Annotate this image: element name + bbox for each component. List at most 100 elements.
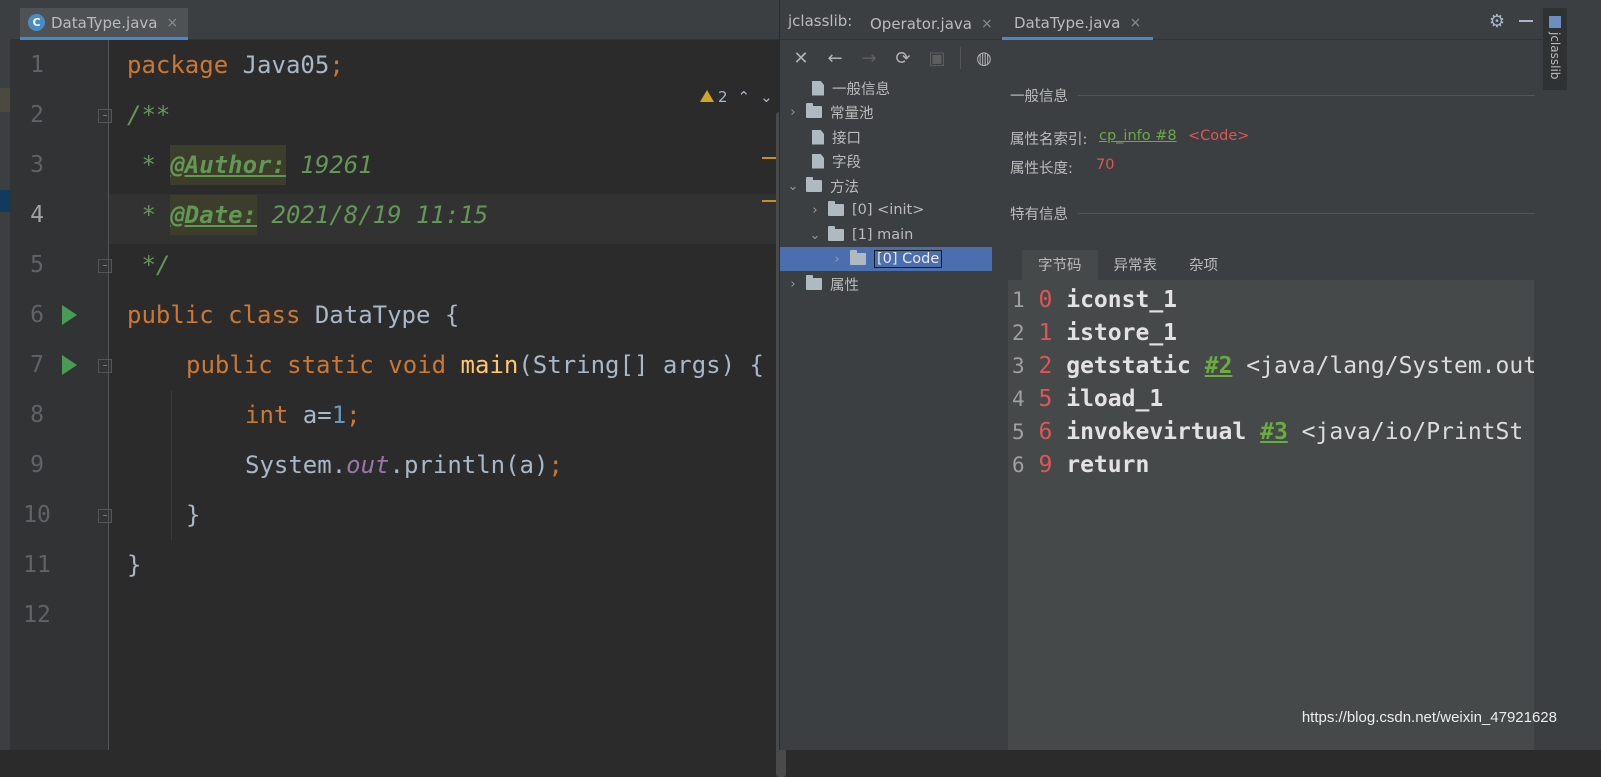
code-area[interactable]: package Java05; /** * @Author: 19261 * @… bbox=[108, 40, 784, 750]
file-icon bbox=[812, 129, 824, 145]
folder-icon bbox=[806, 103, 822, 118]
chevron-up-icon[interactable]: ⌃ bbox=[738, 88, 751, 106]
tree-item-fields[interactable]: 字段 bbox=[790, 149, 861, 173]
chevron-right-icon[interactable]: › bbox=[786, 105, 800, 120]
line-number: 8 bbox=[30, 402, 44, 428]
code-line: public static void main(String[] args) { bbox=[186, 351, 764, 379]
bytecode-line: 3 2 getstatic #2 <java/lang/System.out bbox=[1012, 353, 1534, 379]
warning-count[interactable]: 2 bbox=[700, 88, 728, 106]
tree-item-interfaces[interactable]: 接口 bbox=[790, 125, 861, 149]
back-arrow-icon[interactable]: ← bbox=[824, 47, 846, 69]
gear-icon[interactable]: ⚙ bbox=[1489, 11, 1505, 32]
line-number: 4 bbox=[30, 202, 44, 228]
code-line: } bbox=[127, 551, 142, 579]
code-line: package Java05; bbox=[127, 51, 344, 79]
code-editor[interactable]: 1 2 3 4 5 6 7 8 9 10 11 12 package Java0… bbox=[10, 40, 796, 777]
tab-datatype-java[interactable]: DataType.java × bbox=[1002, 8, 1154, 40]
chevron-down-icon[interactable]: ⌄ bbox=[808, 228, 822, 243]
length-label: 属性长度: bbox=[1010, 161, 1073, 177]
folder-icon bbox=[806, 177, 822, 192]
chevron-right-icon[interactable]: › bbox=[786, 277, 800, 292]
close-icon[interactable]: × bbox=[1129, 15, 1141, 31]
refresh-icon[interactable]: ⟳ bbox=[892, 47, 914, 69]
name-index-label: 属性名索引: bbox=[1010, 132, 1088, 148]
code-line: * @Date: 2021/8/19 11:15 bbox=[127, 190, 488, 240]
run-icon[interactable] bbox=[62, 355, 77, 375]
line-number: 12 bbox=[23, 602, 51, 628]
chevron-down-icon[interactable]: ⌄ bbox=[786, 179, 800, 194]
cp-ref-link[interactable]: #2 bbox=[1205, 353, 1233, 379]
code-line: } bbox=[186, 501, 201, 529]
specific-info-heading: 特有信息 bbox=[1010, 203, 1535, 224]
tree-item-constant-pool[interactable]: › 常量池 bbox=[786, 100, 874, 124]
folder-icon bbox=[828, 201, 844, 216]
folder-icon bbox=[850, 250, 866, 265]
folder-icon bbox=[828, 226, 844, 241]
left-strip-marker bbox=[0, 88, 10, 112]
bytecode-view[interactable]: 1 0 iconst_1 2 1 istore_1 3 2 getstatic … bbox=[1008, 280, 1534, 750]
scroll-marker[interactable] bbox=[762, 157, 776, 159]
line-number: 9 bbox=[30, 452, 44, 478]
tree-item-attributes[interactable]: › 属性 bbox=[786, 272, 859, 296]
left-strip-marker-selected bbox=[0, 190, 10, 212]
left-tool-strip bbox=[0, 0, 10, 750]
forward-arrow-icon[interactable]: → bbox=[858, 47, 880, 69]
tab-exception-table[interactable]: 异常表 bbox=[1098, 250, 1174, 283]
tree-item-code[interactable]: › [0] Code bbox=[780, 247, 992, 271]
line-number: 10 bbox=[23, 502, 51, 528]
tree-item-methods[interactable]: ⌄ 方法 bbox=[786, 174, 859, 198]
jclasslib-title: jclasslib: bbox=[788, 12, 853, 30]
save-icon[interactable]: ▣ bbox=[926, 47, 948, 69]
line-number: 1 bbox=[30, 52, 44, 78]
editor-tab-label: DataType.java bbox=[51, 13, 158, 32]
line-number: 5 bbox=[30, 252, 44, 278]
bytecode-line: 1 0 iconst_1 bbox=[1012, 287, 1178, 313]
minimize-icon[interactable] bbox=[1519, 20, 1533, 22]
file-icon bbox=[812, 80, 824, 96]
scroll-marker[interactable] bbox=[762, 200, 776, 202]
bytecode-line: 2 1 istore_1 bbox=[1012, 320, 1178, 346]
close-icon[interactable]: × bbox=[166, 15, 178, 31]
chevron-down-icon[interactable]: ⌄ bbox=[760, 88, 773, 106]
code-line: int a=1; bbox=[245, 401, 361, 429]
inspection-widget[interactable]: 2 ⌃ ⌄ bbox=[700, 88, 773, 106]
right-tool-strip: jclasslib bbox=[1543, 0, 1601, 750]
editor-tab-datatype[interactable]: C DataType.java × bbox=[20, 8, 189, 40]
line-number: 11 bbox=[23, 552, 51, 578]
code-line: public class DataType { bbox=[127, 301, 460, 329]
jclasslib-tab-bar: jclasslib: Operator.java × DataType.java… bbox=[780, 0, 1543, 40]
line-number: 6 bbox=[30, 302, 44, 328]
jclasslib-icon bbox=[1549, 16, 1561, 28]
tab-bytecode[interactable]: 字节码 bbox=[1022, 250, 1098, 283]
close-icon[interactable]: × bbox=[981, 16, 993, 32]
bytecode-line: 4 5 iload_1 bbox=[1012, 386, 1164, 412]
close-icon[interactable]: ✕ bbox=[790, 47, 812, 69]
bytecode-line: 6 9 return bbox=[1012, 452, 1150, 478]
tree-item-general[interactable]: 一般信息 bbox=[790, 76, 890, 100]
warning-icon bbox=[700, 90, 714, 102]
length-value: 70 bbox=[1096, 157, 1115, 173]
cp-ref-link[interactable]: #3 bbox=[1260, 419, 1288, 445]
run-icon[interactable] bbox=[62, 305, 77, 325]
attribute-detail-pane: 一般信息 属性名索引: cp_info #8 <Code> 属性长度: 70 特… bbox=[1008, 76, 1543, 750]
code-line: * @Author: 19261 bbox=[127, 140, 373, 190]
bytecode-line: 5 6 invokevirtual #3 <java/io/PrintSt bbox=[1012, 419, 1524, 445]
tab-operator-java[interactable]: Operator.java × bbox=[870, 8, 993, 40]
code-line: System.out.println(a); bbox=[245, 451, 563, 479]
class-structure-tree[interactable]: 一般信息 › 常量池 接口 字段 ⌄ 方法 › [0] <init> ⌄ [1] mai… bbox=[780, 76, 1008, 750]
cp-info-link[interactable]: cp_info #8 bbox=[1099, 128, 1177, 144]
line-number: 3 bbox=[30, 152, 44, 178]
editor-gutter: 1 2 3 4 5 6 7 8 9 10 11 12 bbox=[10, 40, 112, 750]
tree-item-main[interactable]: ⌄ [1] main bbox=[808, 223, 913, 247]
toolbar-separator bbox=[960, 47, 961, 69]
chevron-right-icon[interactable]: › bbox=[830, 252, 844, 267]
java-class-icon: C bbox=[28, 14, 45, 31]
tab-misc[interactable]: 杂项 bbox=[1173, 250, 1234, 283]
jclasslib-tool-button[interactable]: jclasslib bbox=[1543, 8, 1567, 90]
code-line: /** bbox=[127, 101, 171, 129]
globe-icon[interactable]: ◍ bbox=[973, 47, 995, 69]
line-number: 7 bbox=[30, 352, 44, 378]
chevron-right-icon[interactable]: › bbox=[808, 203, 822, 218]
detail-sub-tabs: 字节码 异常表 杂项 bbox=[1022, 250, 1234, 283]
tree-item-init[interactable]: › [0] <init> bbox=[808, 198, 924, 222]
